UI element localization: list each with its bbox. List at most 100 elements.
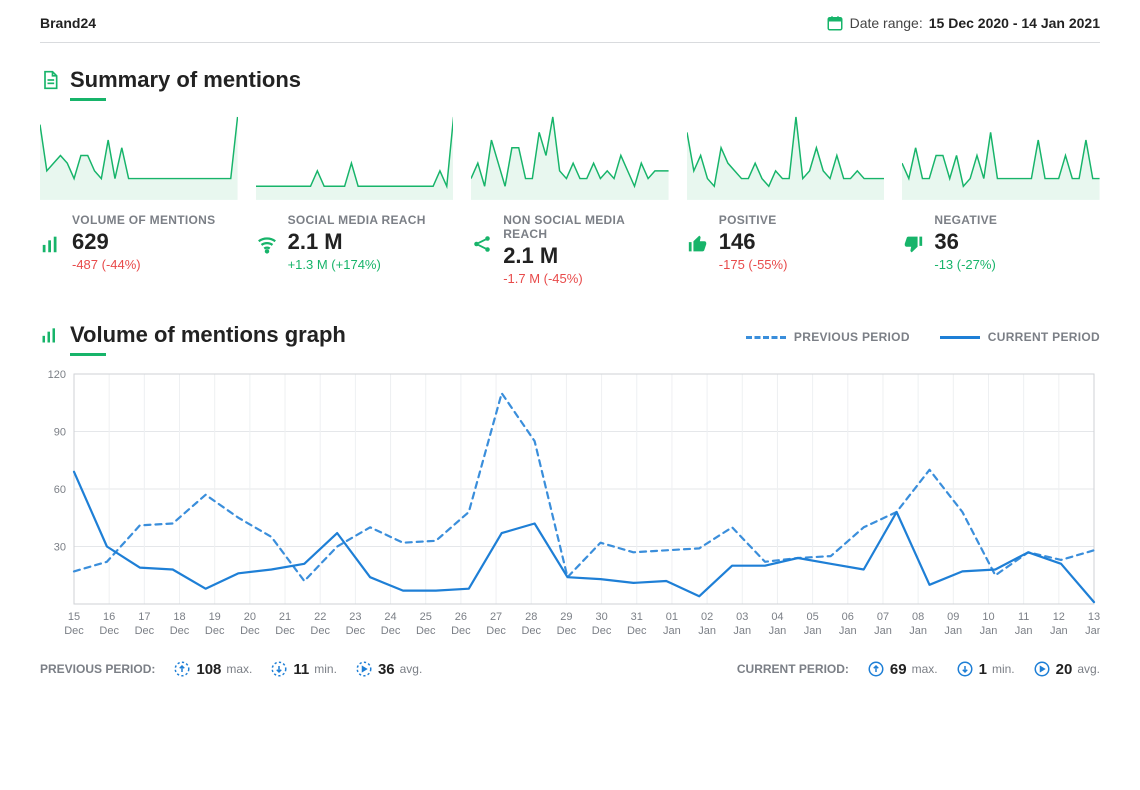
summary-title-text: Summary of mentions <box>70 67 301 93</box>
svg-text:22: 22 <box>314 611 326 623</box>
sparkline-nonsocial <box>471 111 669 201</box>
svg-text:Dec: Dec <box>381 625 401 637</box>
svg-text:Dec: Dec <box>592 625 612 637</box>
svg-text:Dec: Dec <box>64 625 84 637</box>
svg-text:01: 01 <box>666 611 678 623</box>
kpi-delta: -175 (-55%) <box>719 257 788 272</box>
legend-previous-label: PREVIOUS PERIOD <box>794 330 910 344</box>
kpi-row: VOLUME OF MENTIONS 629 -487 (-44%) SOCIA… <box>40 213 1100 286</box>
kpi-label: NON SOCIAL MEDIA REACH <box>503 213 669 241</box>
kpi-value: 146 <box>719 229 788 255</box>
stat-suffix: min. <box>314 662 337 676</box>
svg-text:120: 120 <box>48 369 66 381</box>
svg-text:27: 27 <box>490 611 502 623</box>
svg-text:Jan: Jan <box>804 625 822 637</box>
volume-chart: 30609012015Dec16Dec17Dec18Dec19Dec20Dec2… <box>40 366 1100 646</box>
stat-suffix: avg. <box>400 662 423 676</box>
chart-icon <box>40 324 60 346</box>
svg-text:08: 08 <box>912 611 924 623</box>
svg-text:24: 24 <box>384 611 396 623</box>
svg-text:Jan: Jan <box>944 625 962 637</box>
arrow-up-circle-icon <box>867 660 885 678</box>
svg-text:13: 13 <box>1088 611 1100 623</box>
stat-value: 69 <box>890 661 907 678</box>
svg-text:06: 06 <box>842 611 854 623</box>
sparkline-volume <box>40 111 238 201</box>
date-range-value: 15 Dec 2020 - 14 Jan 2021 <box>929 15 1100 31</box>
kpi-delta: -487 (-44%) <box>72 257 215 272</box>
svg-text:20: 20 <box>244 611 256 623</box>
sparkline-row <box>40 111 1100 201</box>
sparkline-negative <box>902 111 1100 201</box>
svg-text:Dec: Dec <box>205 625 225 637</box>
svg-text:Jan: Jan <box>663 625 681 637</box>
brand-name: Brand24 <box>40 15 96 31</box>
svg-text:Dec: Dec <box>416 625 436 637</box>
svg-text:Dec: Dec <box>346 625 366 637</box>
stat-value: 36 <box>378 661 395 678</box>
play-circle-icon <box>355 660 373 678</box>
calendar-icon <box>826 14 844 32</box>
svg-text:10: 10 <box>982 611 994 623</box>
stat-suffix: min. <box>992 662 1015 676</box>
kpi-value: 36 <box>934 229 997 255</box>
svg-text:Jan: Jan <box>698 625 716 637</box>
stats-previous: PREVIOUS PERIOD: 108 max. 11 min. 36 avg… <box>40 660 422 678</box>
svg-text:60: 60 <box>54 484 66 496</box>
svg-text:Dec: Dec <box>557 625 577 637</box>
stat-value: 1 <box>979 661 987 678</box>
kpi-negative: NEGATIVE 36 -13 (-27%) <box>902 213 1100 286</box>
stats-row: PREVIOUS PERIOD: 108 max. 11 min. 36 avg… <box>40 660 1100 678</box>
svg-text:03: 03 <box>736 611 748 623</box>
svg-text:28: 28 <box>525 611 537 623</box>
stat-prev-avg: 36 avg. <box>355 660 422 678</box>
stat-value: 20 <box>1056 661 1073 678</box>
thumb-down-icon <box>902 233 924 286</box>
arrow-down-circle-icon <box>270 660 288 678</box>
svg-text:Dec: Dec <box>275 625 295 637</box>
kpi-label: VOLUME OF MENTIONS <box>72 213 215 227</box>
legend-current-label: CURRENT PERIOD <box>988 330 1100 344</box>
kpi-label: SOCIAL MEDIA REACH <box>288 213 426 227</box>
svg-text:Dec: Dec <box>521 625 541 637</box>
stat-curr-max: 69 max. <box>867 660 938 678</box>
svg-text:05: 05 <box>806 611 818 623</box>
kpi-delta: -13 (-27%) <box>934 257 997 272</box>
svg-text:18: 18 <box>173 611 185 623</box>
svg-text:Jan: Jan <box>909 625 927 637</box>
svg-text:Jan: Jan <box>1085 625 1100 637</box>
kpi-volume: VOLUME OF MENTIONS 629 -487 (-44%) <box>40 213 238 286</box>
kpi-value: 2.1 M <box>503 243 669 269</box>
arrow-down-circle-icon <box>956 660 974 678</box>
svg-text:Dec: Dec <box>451 625 471 637</box>
volume-chart-wrap: PREVIOUS PERIOD CURRENT PERIOD 306090120… <box>40 366 1100 646</box>
stat-curr-min: 1 min. <box>956 660 1015 678</box>
svg-text:15: 15 <box>68 611 80 623</box>
svg-text:Dec: Dec <box>240 625 260 637</box>
svg-text:07: 07 <box>877 611 889 623</box>
svg-text:Jan: Jan <box>980 625 998 637</box>
svg-text:29: 29 <box>560 611 572 623</box>
svg-text:Dec: Dec <box>99 625 119 637</box>
svg-text:02: 02 <box>701 611 713 623</box>
stat-value: 11 <box>293 661 309 678</box>
kpi-positive: POSITIVE 146 -175 (-55%) <box>687 213 885 286</box>
svg-text:23: 23 <box>349 611 361 623</box>
svg-text:19: 19 <box>209 611 221 623</box>
legend-current: CURRENT PERIOD <box>940 330 1100 344</box>
play-circle-icon <box>1033 660 1051 678</box>
document-icon <box>40 69 60 91</box>
svg-text:09: 09 <box>947 611 959 623</box>
summary-title: Summary of mentions <box>40 67 1100 93</box>
svg-text:21: 21 <box>279 611 291 623</box>
kpi-delta: +1.3 M (+174%) <box>288 257 426 272</box>
legend-line-dashed-icon <box>746 336 786 339</box>
date-range-label: Date range: <box>850 15 923 31</box>
stat-suffix: max. <box>912 662 938 676</box>
stats-previous-label: PREVIOUS PERIOD: <box>40 662 155 676</box>
stat-prev-max: 108 max. <box>173 660 252 678</box>
date-range: Date range: 15 Dec 2020 - 14 Jan 2021 <box>826 14 1100 32</box>
kpi-nonsocial: NON SOCIAL MEDIA REACH 2.1 M -1.7 M (-45… <box>471 213 669 286</box>
svg-text:26: 26 <box>455 611 467 623</box>
volume-graph-title-text: Volume of mentions graph <box>70 322 346 348</box>
